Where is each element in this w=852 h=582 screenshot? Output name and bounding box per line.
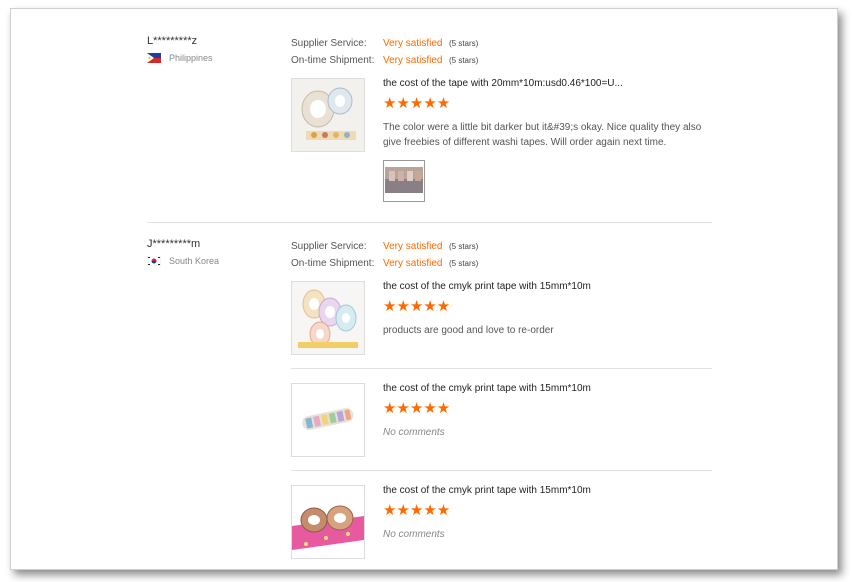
buyer-country: South Korea [146, 255, 220, 267]
buyer-photo[interactable] [383, 160, 425, 202]
rating-summary: Supplier Service: Very satisfied (5 star… [291, 238, 478, 272]
star-rating-icon: ★★★★★ [383, 400, 451, 417]
supplier-service-row: Supplier Service: Very satisfied (5 star… [291, 35, 478, 52]
item-title[interactable]: the cost of the cmyk print tape with 15m… [383, 383, 591, 394]
product-thumbnail[interactable] [291, 485, 365, 559]
product-thumbnail[interactable] [291, 78, 365, 152]
item-divider [291, 470, 712, 471]
item-divider [291, 368, 712, 369]
shipment-label: On-time Shipment: [291, 258, 375, 269]
buyer-name: L*********z [147, 35, 198, 47]
buyer-name: J*********m [147, 238, 201, 250]
shipment-stars: (5 stars) [449, 259, 479, 268]
supplier-service-label: Supplier Service: [291, 38, 367, 49]
shipment-row: On-time Shipment: Very satisfied (5 star… [291, 255, 478, 272]
review-comment: products are good and love to re-order [383, 325, 554, 336]
shipment-stars: (5 stars) [449, 56, 479, 65]
rating-summary: Supplier Service: Very satisfied (5 star… [291, 35, 478, 69]
supplier-service-stars: (5 stars) [449, 39, 479, 48]
supplier-service-value: Very satisfied [383, 38, 443, 49]
review-comment: The color were a little bit darker but i… [383, 122, 702, 148]
review-comment: No comments [383, 427, 445, 438]
item-title[interactable]: the cost of the cmyk print tape with 15m… [383, 281, 591, 292]
product-thumbnail[interactable] [291, 281, 365, 355]
reviewed-item: the cost of the cmyk print tape with 15m… [291, 383, 712, 463]
supplier-service-value: Very satisfied [383, 241, 443, 252]
review-divider [147, 222, 712, 223]
reviewed-item: the cost of the cmyk print tape with 15m… [291, 281, 712, 361]
shipment-value: Very satisfied [383, 55, 443, 66]
supplier-service-row: Supplier Service: Very satisfied (5 star… [291, 238, 478, 255]
country-name: Philippines [169, 53, 213, 63]
reviewed-item: the cost of the tape with 20mm*10m:usd0.… [291, 78, 712, 203]
product-thumbnail[interactable] [291, 383, 365, 457]
reviewed-item: the cost of the cmyk print tape with 15m… [291, 485, 712, 565]
star-rating-icon: ★★★★★ [383, 298, 451, 315]
shipment-value: Very satisfied [383, 258, 443, 269]
buyer-country: Philippines [147, 53, 213, 63]
south-korea-flag-icon [146, 255, 162, 267]
item-title[interactable]: the cost of the tape with 20mm*10m:usd0.… [383, 78, 623, 89]
shipment-row: On-time Shipment: Very satisfied (5 star… [291, 52, 478, 69]
item-title[interactable]: the cost of the cmyk print tape with 15m… [383, 485, 591, 496]
supplier-service-stars: (5 stars) [449, 242, 479, 251]
philippines-flag-icon [147, 53, 161, 63]
review-card: L*********z Philippines Supplier Service… [147, 35, 712, 205]
review-card: J*********m South Korea Supplier Service… [146, 238, 712, 568]
supplier-service-label: Supplier Service: [291, 241, 367, 252]
country-name: South Korea [169, 256, 220, 266]
star-rating-icon: ★★★★★ [383, 502, 451, 519]
review-comment: No comments [383, 529, 445, 540]
shipment-label: On-time Shipment: [291, 55, 375, 66]
star-rating-icon: ★★★★★ [383, 95, 451, 112]
